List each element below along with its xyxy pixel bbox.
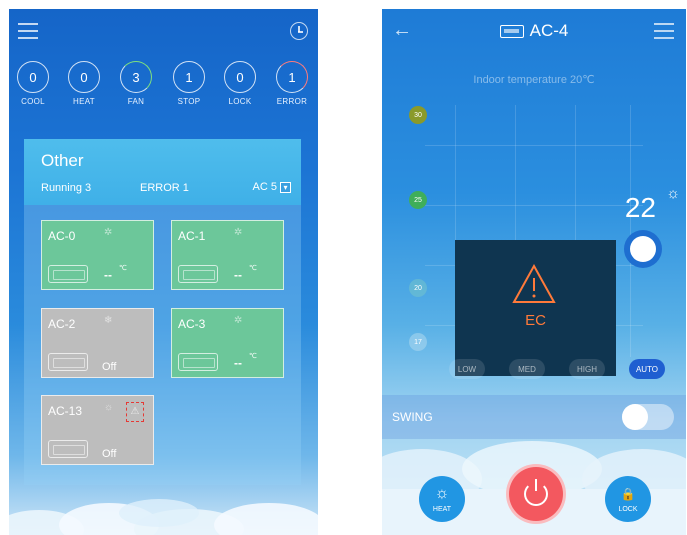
unit-label: ℃ <box>119 265 127 272</box>
status-label: COOL <box>21 97 45 106</box>
indoor-temperature: Indoor temperature 20℃ <box>473 74 595 86</box>
scale-mark-17: 17 <box>409 333 427 351</box>
status-cool[interactable]: 0 COOL <box>13 61 53 106</box>
fan-icon: ✲ <box>104 227 113 238</box>
device-title: AC-4 <box>382 21 686 41</box>
ac-temperature: -- <box>234 356 242 370</box>
clock-icon[interactable] <box>290 22 308 40</box>
status-stop[interactable]: 1 STOP <box>169 61 209 106</box>
swing-toggle[interactable] <box>622 404 674 430</box>
ac-tile-ac-2[interactable]: AC-2 ❄ Off <box>41 308 154 378</box>
top-bar <box>9 9 318 53</box>
device-name: AC-4 <box>529 21 569 40</box>
ac-unit-icon <box>48 440 88 458</box>
menu-icon[interactable] <box>654 23 674 44</box>
warning-icon <box>512 264 556 303</box>
sun-icon: ☼ <box>666 185 680 202</box>
status-label: ERROR <box>276 97 308 106</box>
ac-unit-icon <box>48 353 88 371</box>
status-label: HEAT <box>73 97 95 106</box>
ac-name: AC-1 <box>178 229 206 243</box>
ac-count-label: AC 5 <box>252 181 277 193</box>
scale-mark-20: 20 <box>409 279 427 297</box>
status-count: 0 <box>224 61 256 93</box>
fan-speed-auto[interactable]: AUTO <box>629 359 665 379</box>
unit-label: ℃ <box>249 265 257 272</box>
ac-tile-ac-0[interactable]: AC-0 ✲ ℃ -- <box>41 220 154 290</box>
status-error[interactable]: 1 ERROR <box>272 61 312 106</box>
setpoint-temperature: 22 <box>624 192 656 223</box>
ac-tile-ac-3[interactable]: AC-3 ✲ ℃ -- <box>171 308 284 378</box>
ac-temperature: -- <box>234 268 242 282</box>
status-lock[interactable]: 0 LOCK <box>220 61 260 106</box>
ac-off-label: Off <box>102 361 117 373</box>
group-overview-screen: 0 COOL 0 HEAT 3 FAN 1 STOP 0 LOCK 1 ERRO… <box>9 9 318 535</box>
scale-mark-25: 25 <box>409 191 427 209</box>
snow-icon: ❄ <box>104 315 113 326</box>
error-overlay: EC <box>455 240 616 376</box>
fan-speed-high[interactable]: HIGH <box>569 359 605 379</box>
status-count: 0 <box>68 61 100 93</box>
lock-button[interactable]: 🔒 LOCK <box>605 476 651 522</box>
sun-icon: ☼ <box>104 402 114 413</box>
ac-off-label: Off <box>102 448 117 460</box>
group-title: Other <box>41 151 84 170</box>
status-count: 1 <box>276 61 308 93</box>
lock-icon: 🔒 <box>620 487 636 501</box>
top-bar: ← AC-4 <box>382 9 686 53</box>
warning-icon: ⚠ <box>126 402 144 422</box>
error-code: EC <box>525 312 546 329</box>
device-detail-screen: ← AC-4 Indoor temperature 20℃ 30 25 20 1… <box>382 9 686 535</box>
ac-name: AC-3 <box>178 317 206 331</box>
error-count: ERROR 1 <box>140 182 189 194</box>
ac-unit-icon <box>499 24 524 38</box>
ac-tile-ac-13[interactable]: AC-13 ☼ ⚠ Off <box>41 395 154 465</box>
swing-label: SWING <box>392 410 433 424</box>
fan-speed-low[interactable]: LOW <box>449 359 485 379</box>
menu-icon[interactable] <box>18 23 38 39</box>
ac-name: AC-2 <box>48 317 76 331</box>
fan-icon: ✲ <box>234 227 243 238</box>
ac-name: AC-13 <box>48 404 83 418</box>
unit-label: ℃ <box>249 353 257 360</box>
ac-name: AC-0 <box>48 229 76 243</box>
heat-mode-button[interactable]: ☼ HEAT <box>419 476 465 522</box>
group-card: Other Running 3 ERROR 1 AC 5 ▾ AC-0 ✲ ℃ … <box>24 139 301 485</box>
heat-label: HEAT <box>432 506 452 513</box>
temperature-slider-knob[interactable] <box>624 230 662 268</box>
fan-icon: ✲ <box>234 315 243 326</box>
status-count: 1 <box>173 61 205 93</box>
status-label: LOCK <box>228 97 252 106</box>
fan-speed-med[interactable]: MED <box>509 359 545 379</box>
power-button[interactable] <box>506 464 566 524</box>
chevron-down-icon: ▾ <box>280 181 291 193</box>
ac-tile-ac-1[interactable]: AC-1 ✲ ℃ -- <box>171 220 284 290</box>
status-heat[interactable]: 0 HEAT <box>64 61 104 106</box>
sun-icon: ☼ <box>434 485 450 502</box>
ac-unit-icon <box>178 353 218 371</box>
ac-unit-icon <box>178 265 218 283</box>
ac-temperature: -- <box>104 268 112 282</box>
status-count: 0 <box>17 61 49 93</box>
fan-speed-selector: LOW MED HIGH AUTO <box>382 359 686 383</box>
status-count: 3 <box>120 61 152 93</box>
ac-count-dropdown[interactable]: AC 5 ▾ <box>253 181 291 193</box>
group-header: Other Running 3 ERROR 1 AC 5 ▾ <box>24 139 301 205</box>
clouds-decoration <box>9 499 318 535</box>
scale-mark-30: 30 <box>409 106 427 124</box>
lock-label: LOCK <box>618 506 638 513</box>
power-icon <box>524 479 548 506</box>
status-summary: 0 COOL 0 HEAT 3 FAN 1 STOP 0 LOCK 1 ERRO… <box>9 61 318 121</box>
status-label: STOP <box>177 97 201 106</box>
status-label: FAN <box>127 97 145 106</box>
running-count: Running 3 <box>41 182 92 194</box>
swing-row: SWING <box>382 395 686 439</box>
ac-unit-icon <box>48 265 88 283</box>
status-fan[interactable]: 3 FAN <box>116 61 156 106</box>
